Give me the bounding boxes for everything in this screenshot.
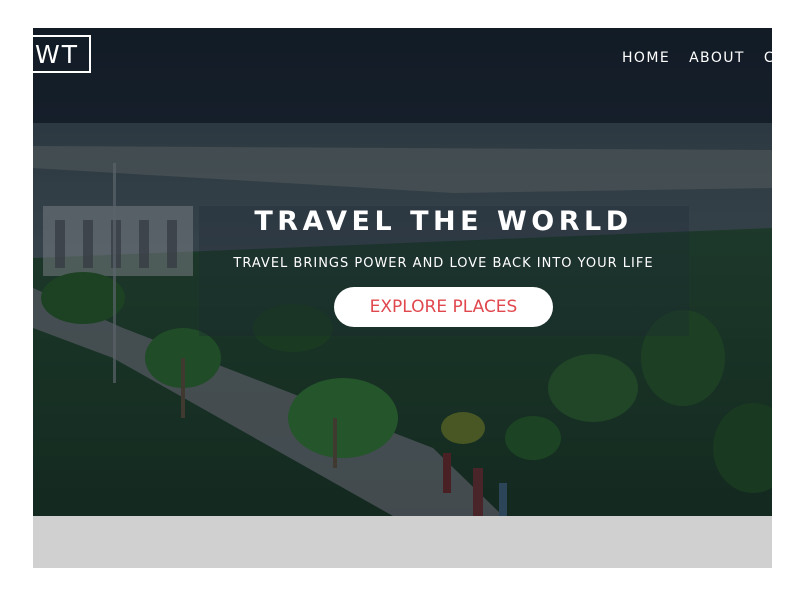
- browser-viewport: WT HOME ABOUT C TRAVEL THE WORLD TRAVEL …: [33, 28, 772, 568]
- hero-section: WT HOME ABOUT C TRAVEL THE WORLD TRAVEL …: [33, 28, 772, 516]
- hero-title: TRAVEL THE WORLD: [254, 206, 633, 237]
- main-nav: HOME ABOUT C: [622, 50, 772, 66]
- site-logo[interactable]: WT: [33, 35, 91, 73]
- explore-places-button[interactable]: EXPLORE PLACES: [334, 287, 553, 327]
- nav-item-clipped[interactable]: C: [764, 50, 772, 66]
- nav-item-about[interactable]: ABOUT: [689, 50, 745, 66]
- hero-subtitle: TRAVEL BRINGS POWER AND LOVE BACK INTO Y…: [233, 256, 654, 271]
- nav-item-home[interactable]: HOME: [622, 50, 670, 66]
